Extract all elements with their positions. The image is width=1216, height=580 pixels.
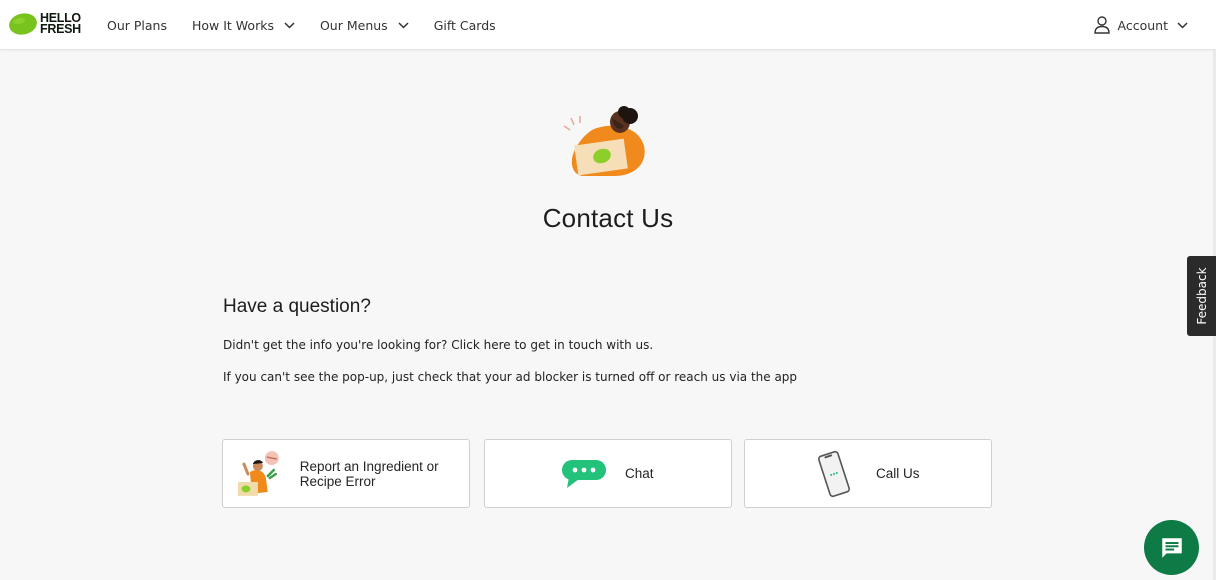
- chat-label: Chat: [625, 466, 654, 481]
- phone-icon: [817, 450, 851, 497]
- chevron-down-icon: [398, 21, 409, 29]
- nav-our-plans[interactable]: Our Plans: [107, 18, 167, 33]
- ad-blocker-note: If you can't see the pop-up, just check …: [223, 370, 798, 384]
- chat-launcher-button[interactable]: [1144, 520, 1199, 575]
- message-icon: [1161, 537, 1182, 558]
- contact-hero-illustration: [563, 106, 645, 176]
- nav-label: Our Plans: [107, 17, 167, 33]
- contact-info-text[interactable]: Didn't get the info you're looking for? …: [223, 338, 653, 352]
- nav-label: How It Works: [191, 17, 274, 33]
- chevron-down-icon: [284, 21, 295, 29]
- top-navigation-bar: HELLO FRESH Our Plans How It Works Our M…: [0, 0, 1216, 50]
- report-error-button[interactable]: Report an Ingredient or Recipe Error: [222, 439, 470, 508]
- nav-label: Our Menus: [319, 17, 388, 33]
- lime-logo-icon: [9, 13, 37, 35]
- chat-bubble-icon: [562, 459, 606, 488]
- logo-wordmark: HELLO FRESH: [40, 12, 81, 36]
- feedback-tab[interactable]: Feedback: [1187, 256, 1216, 336]
- hellofresh-logo[interactable]: HELLO FRESH: [8, 12, 81, 36]
- section-heading: Have a question?: [223, 296, 371, 317]
- logo-line-2: FRESH: [40, 22, 81, 36]
- nav-gift-cards[interactable]: Gift Cards: [434, 18, 496, 33]
- chef-illustration-icon: [237, 450, 279, 496]
- call-us-label: Call Us: [876, 466, 920, 481]
- report-error-label: Report an Ingredient or Recipe Error: [299, 458, 439, 489]
- user-icon: [1093, 16, 1110, 34]
- chevron-down-icon: [1177, 21, 1188, 29]
- feedback-label: Feedback: [1194, 267, 1209, 325]
- call-us-button[interactable]: Call Us: [744, 439, 992, 508]
- account-label: Account: [1117, 17, 1168, 33]
- chat-button[interactable]: Chat: [484, 439, 732, 508]
- account-menu[interactable]: Account: [1093, 0, 1188, 50]
- nav-our-menus[interactable]: Our Menus: [320, 18, 409, 33]
- page-title: Contact Us: [542, 203, 674, 233]
- nav-label: Gift Cards: [433, 17, 496, 33]
- main-nav: Our Plans How It Works Our Menus Gift Ca…: [107, 0, 521, 50]
- nav-how-it-works[interactable]: How It Works: [192, 18, 295, 33]
